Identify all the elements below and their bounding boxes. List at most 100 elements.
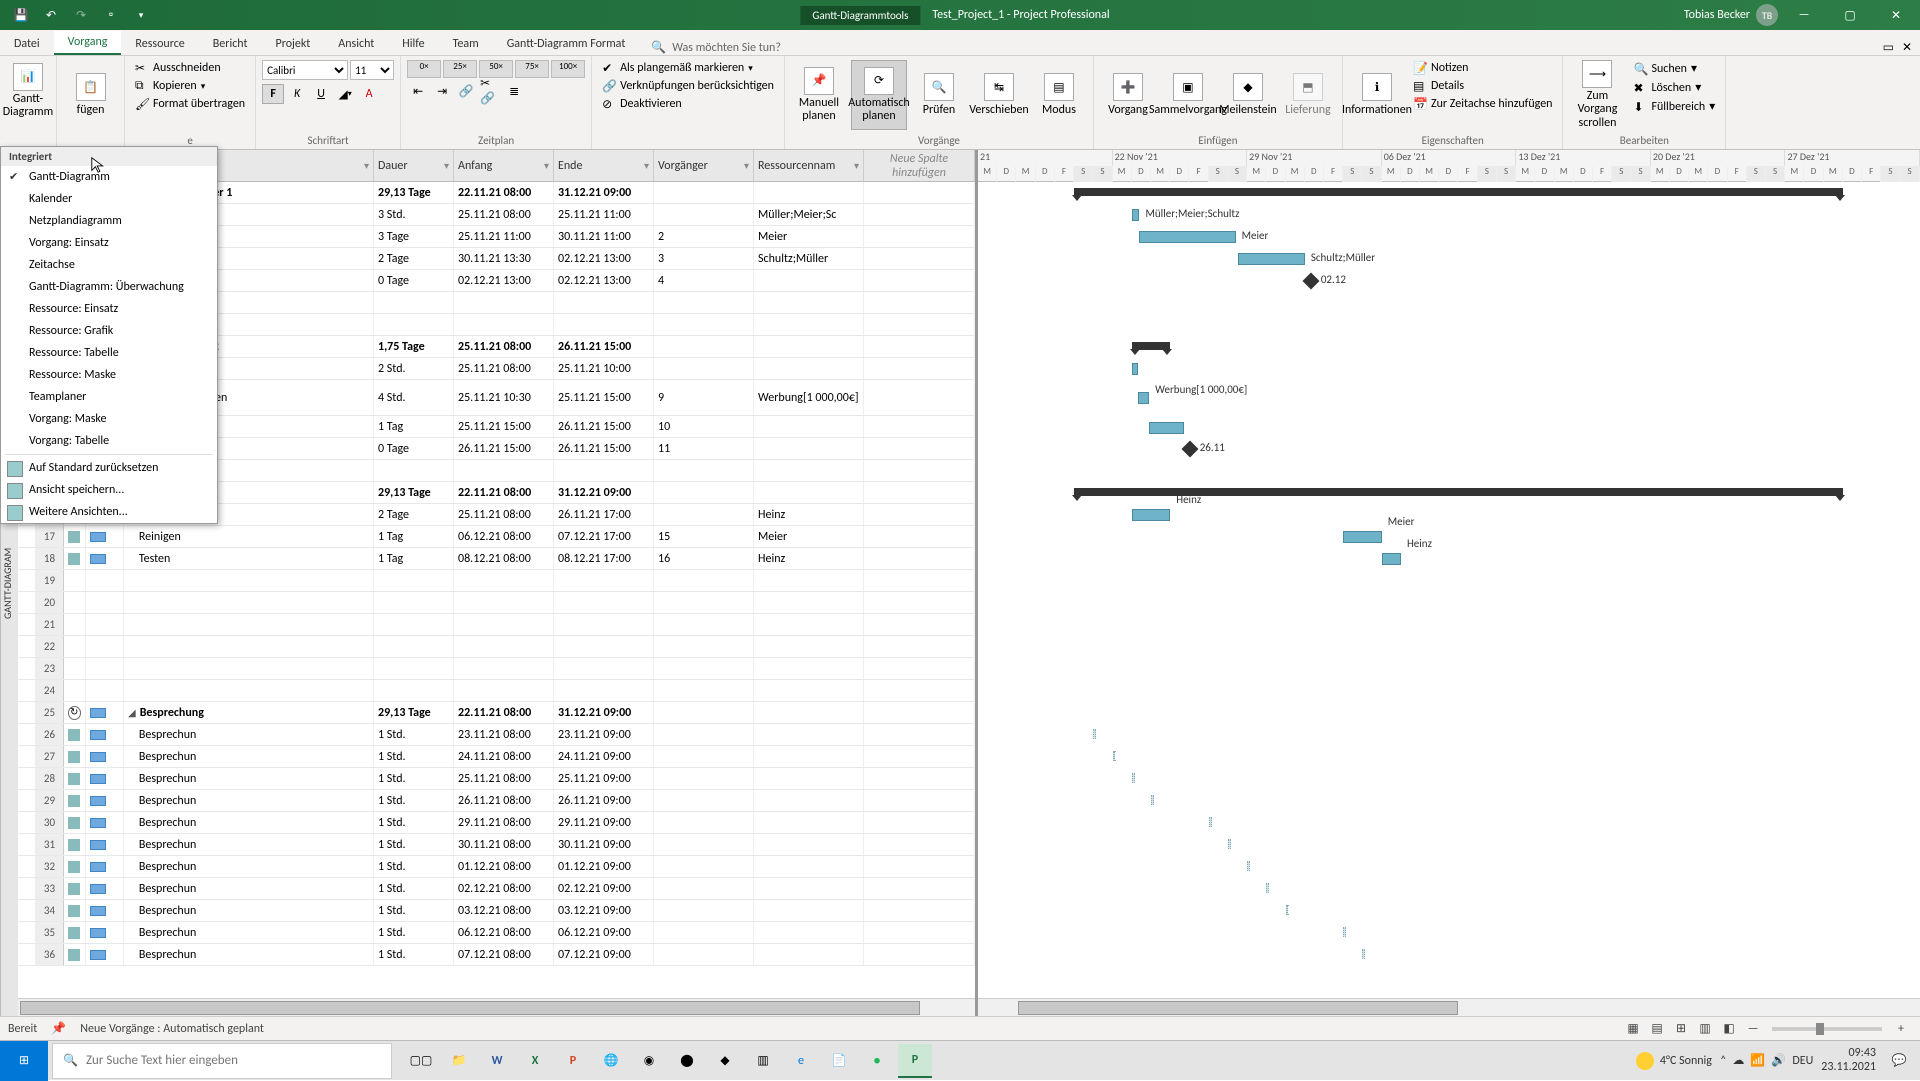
tab-vorgang[interactable]: Vorgang [54, 31, 122, 55]
view-usage-icon[interactable]: ▤ [1646, 1020, 1668, 1038]
minimize-button[interactable]: — [1784, 0, 1824, 30]
save-icon[interactable]: 💾 [8, 3, 34, 27]
view-calendar-icon[interactable]: ▥ [1694, 1020, 1716, 1038]
zoom-out-button[interactable]: — [1742, 1020, 1764, 1038]
table-row[interactable]: 30 Besprechun1 Std.29.11.21 08:0029.11.2… [18, 812, 975, 834]
indent-button[interactable]: ⇥ [431, 81, 453, 101]
tray-up-icon[interactable]: ˄ [1720, 1054, 1726, 1068]
underline-button[interactable]: U [310, 84, 332, 104]
deliverable-button[interactable]: ⬒Lieferung [1280, 60, 1336, 130]
explorer-icon[interactable]: 📁 [442, 1044, 476, 1078]
view-item-7[interactable]: Ressource: Grafik [1, 320, 217, 342]
col-duration[interactable]: Dauer▾ [374, 150, 454, 181]
view-item-6[interactable]: Ressource: Einsatz [1, 298, 217, 320]
view-item-4[interactable]: Zeitachse [1, 254, 217, 276]
cut-button[interactable]: ✂Ausschneiden [131, 60, 249, 76]
taskview-icon[interactable]: ▢▢ [404, 1044, 438, 1078]
gantt-h-scroll[interactable] [978, 998, 1920, 1016]
pct100[interactable]: 100× [551, 60, 585, 78]
view-item-5[interactable]: Gantt-Diagramm: Überwachung [1, 276, 217, 298]
wifi-icon[interactable]: 📶 [1750, 1053, 1765, 1068]
maximize-button[interactable]: ▢ [1830, 0, 1870, 30]
powerpoint-icon[interactable]: P [556, 1044, 590, 1078]
table-row[interactable]: 25◢Besprechung29,13 Tage22.11.21 08:0031… [18, 702, 975, 724]
tab-datei[interactable]: Datei [0, 33, 54, 55]
undo-icon[interactable]: ↶ [38, 3, 64, 27]
delete-button[interactable]: ✖Löschen ▾ [1629, 79, 1719, 96]
pct0[interactable]: 0× [407, 60, 441, 78]
view-item-3[interactable]: Vorgang: Einsatz [1, 232, 217, 254]
col-predecessors[interactable]: Vorgänger▾ [654, 150, 754, 181]
view-item-11[interactable]: Vorgang: Maske [1, 408, 217, 430]
table-row[interactable]: 17 Reinigen1 Tag06.12.21 08:0007.12.21 1… [18, 526, 975, 548]
close-button[interactable]: ✕ [1876, 0, 1916, 30]
table-row[interactable]: 34 Besprechun1 Std.03.12.21 08:0003.12.2… [18, 900, 975, 922]
timeline-button[interactable]: 📅Zur Zeitachse hinzufügen [1409, 96, 1557, 112]
auto-schedule-button[interactable]: ⟳Automatisch planen [851, 60, 907, 130]
search-input[interactable] [86, 1053, 381, 1068]
grid-h-scroll[interactable] [18, 998, 975, 1016]
tab-hilfe[interactable]: Hilfe [388, 33, 438, 55]
weather-widget[interactable]: 4°C Sonnig [1636, 1052, 1712, 1070]
edge-icon[interactable]: e [784, 1044, 818, 1078]
paste-button[interactable]: 📋fügen [63, 60, 118, 130]
ribbon-display-icon[interactable]: ▭ [1883, 40, 1894, 55]
summary-button[interactable]: ▣Sammelvorgang [1160, 60, 1216, 130]
table-row[interactable]: 23 [18, 658, 975, 680]
table-row[interactable]: 26 Besprechun1 Std.23.11.21 08:0023.11.2… [18, 724, 975, 746]
notes-button[interactable]: 📝Notizen [1409, 60, 1557, 76]
view-gantt-icon[interactable]: ▦ [1622, 1020, 1644, 1038]
zoom-in-button[interactable]: + [1890, 1020, 1912, 1038]
font-size-select[interactable]: 11 [350, 60, 394, 80]
view-item-2[interactable]: Netzplandiagramm [1, 210, 217, 232]
project-icon[interactable]: P [898, 1044, 932, 1078]
clock[interactable]: 09:43 23.11.2021 [1821, 1047, 1876, 1073]
ribbon-close-icon[interactable]: ✕ [1902, 40, 1912, 55]
volume-icon[interactable]: 🔊 [1771, 1053, 1786, 1068]
font-color-button[interactable]: A [358, 84, 380, 104]
start-button[interactable]: ⊞ [0, 1041, 48, 1081]
mode-button[interactable]: ▤Modus [1031, 60, 1087, 130]
mark-on-track-button[interactable]: ✔Als plangemäß markieren ▾ [598, 60, 778, 76]
scroll-to-task-button[interactable]: ⟶Zum Vorgang scrollen [1569, 60, 1625, 130]
obs-icon[interactable]: ⬤ [670, 1044, 704, 1078]
info-button[interactable]: ℹInformationen [1349, 60, 1405, 130]
app-icon[interactable]: ◆ [708, 1044, 742, 1078]
table-row[interactable]: 22 [18, 636, 975, 658]
tab-projekt[interactable]: Projekt [262, 33, 325, 55]
view-item-12[interactable]: Vorgang: Tabelle [1, 430, 217, 452]
view-network-icon[interactable]: ⊞ [1670, 1020, 1692, 1038]
system-tray[interactable]: ˄ ☁ 📶 🔊 DEU [1720, 1053, 1813, 1068]
tell-me[interactable]: 🔍 Was möchten Sie tun? [651, 40, 781, 55]
col-start[interactable]: Anfang▾ [454, 150, 554, 181]
table-row[interactable]: 29 Besprechun1 Std.26.11.21 08:0026.11.2… [18, 790, 975, 812]
copy-button[interactable]: ⧉Kopieren ▾ [131, 78, 249, 94]
table-row[interactable]: 31 Besprechun1 Std.30.11.21 08:0030.11.2… [18, 834, 975, 856]
redo-icon[interactable]: ↷ [68, 3, 94, 27]
table-row[interactable]: 21 [18, 614, 975, 636]
notification-icon[interactable]: 💬 [1884, 1046, 1914, 1076]
table-row[interactable]: 33 Besprechun1 Std.02.12.21 08:0002.12.2… [18, 878, 975, 900]
user-avatar[interactable]: TB [1756, 4, 1778, 26]
unlink-button[interactable]: ✂🔗 [479, 81, 501, 101]
move-button[interactable]: ↹Verschieben [971, 60, 1027, 130]
table-row[interactable]: 19 [18, 570, 975, 592]
doc-icon[interactable]: ▫ [98, 3, 124, 27]
tab-format[interactable]: Gantt-Diagramm Format [493, 33, 640, 55]
view-reset[interactable]: Auf Standard zurücksetzen [1, 457, 217, 479]
excel-icon[interactable]: X [518, 1044, 552, 1078]
app2-icon[interactable]: ▥ [746, 1044, 780, 1078]
pct75[interactable]: 75× [515, 60, 549, 78]
tab-ressource[interactable]: Ressource [121, 33, 198, 55]
table-row[interactable]: 28 Besprechun1 Std.25.11.21 08:0025.11.2… [18, 768, 975, 790]
view-item-0[interactable]: Gantt-Diagramm [1, 166, 217, 188]
outdent-button[interactable]: ⇤ [407, 81, 429, 101]
tab-team[interactable]: Team [439, 33, 493, 55]
table-row[interactable]: 18 Testen1 Tag08.12.21 08:0008.12.21 17:… [18, 548, 975, 570]
spotify-icon[interactable]: ● [860, 1044, 894, 1078]
fill-button[interactable]: ⬇Füllbereich ▾ [1629, 98, 1719, 115]
table-row[interactable]: 24 [18, 680, 975, 702]
italic-button[interactable]: K [286, 84, 308, 104]
table-row[interactable]: 35 Besprechun1 Std.06.12.21 08:0006.12.2… [18, 922, 975, 944]
format-painter-button[interactable]: 🖌Format übertragen [131, 96, 249, 112]
